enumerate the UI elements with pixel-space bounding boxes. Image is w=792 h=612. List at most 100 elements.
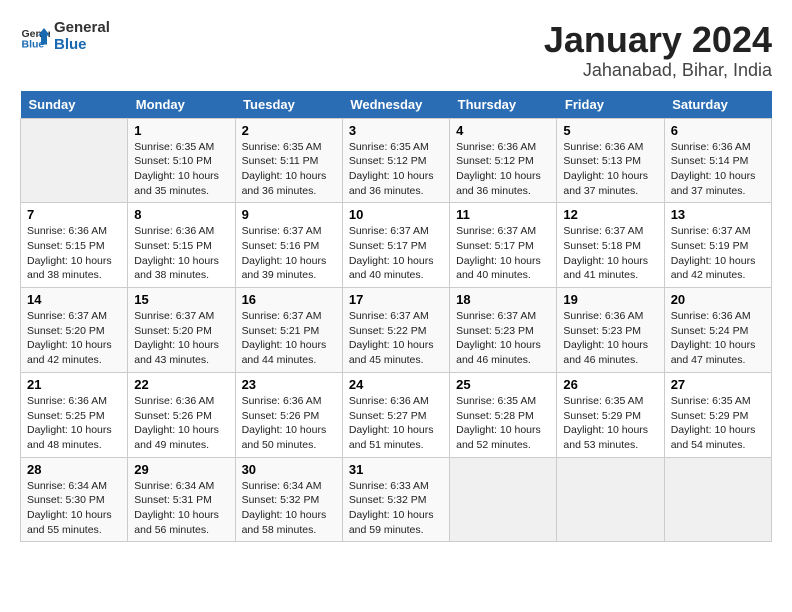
calendar-week-2: 7Sunrise: 6:36 AM Sunset: 5:15 PM Daylig…: [21, 203, 772, 288]
calendar-cell: 19Sunrise: 6:36 AM Sunset: 5:23 PM Dayli…: [557, 288, 664, 373]
day-number: 21: [27, 377, 121, 392]
day-info: Sunrise: 6:33 AM Sunset: 5:32 PM Dayligh…: [349, 479, 443, 538]
day-number: 19: [563, 292, 657, 307]
calendar-cell: 26 Sunrise: 6:35 AM Sunset: 5:29 PM Dayli…: [557, 372, 664, 457]
day-info: Sunrise: 6:35 AM Sunset: 5:10 PM Dayligh…: [134, 140, 228, 199]
day-number: 10: [349, 207, 443, 222]
column-header-thursday: Thursday: [450, 91, 557, 119]
page-subtitle: Jahanabad, Bihar, India: [544, 60, 772, 81]
page-header: General Blue General Blue January 2024 J…: [20, 20, 772, 81]
calendar-cell: 13Sunrise: 6:37 AM Sunset: 5:19 PM Dayli…: [664, 203, 771, 288]
logo-icon: General Blue: [20, 22, 50, 52]
day-number: 25: [456, 377, 550, 392]
day-info: Sunrise: 6:36 AM Sunset: 5:25 PM Dayligh…: [27, 394, 121, 453]
calendar-cell: 3 Sunrise: 6:35 AM Sunset: 5:12 PM Daylig…: [342, 118, 449, 203]
day-info: Sunrise: 6:37 AM Sunset: 5:20 PM Dayligh…: [27, 309, 121, 368]
calendar-week-3: 14 Sunrise: 6:37 AM Sunset: 5:20 PM Dayli…: [21, 288, 772, 373]
calendar-cell: 7Sunrise: 6:36 AM Sunset: 5:15 PM Daylig…: [21, 203, 128, 288]
calendar-week-4: 21 Sunrise: 6:36 AM Sunset: 5:25 PM Dayli…: [21, 372, 772, 457]
day-number: 9: [242, 207, 336, 222]
day-info: Sunrise: 6:37 AM Sunset: 5:21 PM Dayligh…: [242, 309, 336, 368]
calendar-cell: 4 Sunrise: 6:36 AM Sunset: 5:12 PM Daylig…: [450, 118, 557, 203]
title-block: January 2024 Jahanabad, Bihar, India: [544, 20, 772, 81]
calendar-cell: [21, 118, 128, 203]
calendar-cell: 2 Sunrise: 6:35 AM Sunset: 5:11 PM Daylig…: [235, 118, 342, 203]
day-number: 12: [563, 207, 657, 222]
day-info: Sunrise: 6:36 AM Sunset: 5:26 PM Dayligh…: [242, 394, 336, 453]
day-info: Sunrise: 6:37 AM Sunset: 5:17 PM Dayligh…: [456, 224, 550, 283]
calendar-cell: 29 Sunrise: 6:34 AM Sunset: 5:31 PM Dayli…: [128, 457, 235, 542]
calendar-header: SundayMondayTuesdayWednesdayThursdayFrid…: [21, 91, 772, 119]
calendar-cell: 31 Sunrise: 6:33 AM Sunset: 5:32 PM Dayli…: [342, 457, 449, 542]
calendar-cell: 30 Sunrise: 6:34 AM Sunset: 5:32 PM Dayli…: [235, 457, 342, 542]
column-header-monday: Monday: [128, 91, 235, 119]
day-number: 1: [134, 123, 228, 138]
day-info: Sunrise: 6:35 AM Sunset: 5:29 PM Dayligh…: [563, 394, 657, 453]
day-info: Sunrise: 6:35 AM Sunset: 5:29 PM Dayligh…: [671, 394, 765, 453]
day-number: 28: [27, 462, 121, 477]
calendar-cell: 23 Sunrise: 6:36 AM Sunset: 5:26 PM Dayli…: [235, 372, 342, 457]
page-title: January 2024: [544, 20, 772, 60]
day-number: 13: [671, 207, 765, 222]
day-info: Sunrise: 6:35 AM Sunset: 5:12 PM Dayligh…: [349, 140, 443, 199]
calendar-table: SundayMondayTuesdayWednesdayThursdayFrid…: [20, 91, 772, 543]
column-header-tuesday: Tuesday: [235, 91, 342, 119]
day-number: 31: [349, 462, 443, 477]
day-number: 22: [134, 377, 228, 392]
day-info: Sunrise: 6:34 AM Sunset: 5:31 PM Dayligh…: [134, 479, 228, 538]
day-number: 6: [671, 123, 765, 138]
day-number: 30: [242, 462, 336, 477]
column-header-sunday: Sunday: [21, 91, 128, 119]
day-number: 17: [349, 292, 443, 307]
day-number: 26: [563, 377, 657, 392]
calendar-cell: [450, 457, 557, 542]
calendar-cell: 28 Sunrise: 6:34 AM Sunset: 5:30 PM Dayli…: [21, 457, 128, 542]
logo-text-blue: Blue: [54, 36, 87, 53]
day-number: 3: [349, 123, 443, 138]
day-info: Sunrise: 6:36 AM Sunset: 5:12 PM Dayligh…: [456, 140, 550, 199]
day-number: 18: [456, 292, 550, 307]
calendar-cell: 17 Sunrise: 6:37 AM Sunset: 5:22 PM Dayli…: [342, 288, 449, 373]
calendar-cell: 1 Sunrise: 6:35 AM Sunset: 5:10 PM Daylig…: [128, 118, 235, 203]
day-info: Sunrise: 6:37 AM Sunset: 5:20 PM Dayligh…: [134, 309, 228, 368]
calendar-cell: 8 Sunrise: 6:36 AM Sunset: 5:15 PM Daylig…: [128, 203, 235, 288]
day-info: Sunrise: 6:35 AM Sunset: 5:11 PM Dayligh…: [242, 140, 336, 199]
calendar-week-5: 28 Sunrise: 6:34 AM Sunset: 5:30 PM Dayli…: [21, 457, 772, 542]
day-info: Sunrise: 6:36 AM Sunset: 5:24 PM Dayligh…: [671, 309, 765, 368]
day-info: Sunrise: 6:35 AM Sunset: 5:28 PM Dayligh…: [456, 394, 550, 453]
day-info: Sunrise: 6:36 AM Sunset: 5:14 PM Dayligh…: [671, 140, 765, 199]
day-number: 23: [242, 377, 336, 392]
day-number: 5: [563, 123, 657, 138]
calendar-cell: 6 Sunrise: 6:36 AM Sunset: 5:14 PM Daylig…: [664, 118, 771, 203]
calendar-cell: [664, 457, 771, 542]
day-info: Sunrise: 6:36 AM Sunset: 5:26 PM Dayligh…: [134, 394, 228, 453]
calendar-cell: 25 Sunrise: 6:35 AM Sunset: 5:28 PM Dayli…: [450, 372, 557, 457]
calendar-cell: 10 Sunrise: 6:37 AM Sunset: 5:17 PM Dayli…: [342, 203, 449, 288]
day-number: 27: [671, 377, 765, 392]
day-number: 8: [134, 207, 228, 222]
day-info: Sunrise: 6:36 AM Sunset: 5:15 PM Dayligh…: [27, 224, 121, 283]
calendar-week-1: 1 Sunrise: 6:35 AM Sunset: 5:10 PM Daylig…: [21, 118, 772, 203]
day-info: Sunrise: 6:37 AM Sunset: 5:22 PM Dayligh…: [349, 309, 443, 368]
day-info: Sunrise: 6:36 AM Sunset: 5:15 PM Dayligh…: [134, 224, 228, 283]
calendar-cell: 12Sunrise: 6:37 AM Sunset: 5:18 PM Dayli…: [557, 203, 664, 288]
day-number: 15: [134, 292, 228, 307]
day-number: 29: [134, 462, 228, 477]
day-number: 16: [242, 292, 336, 307]
calendar-cell: 9Sunrise: 6:37 AM Sunset: 5:16 PM Daylig…: [235, 203, 342, 288]
day-info: Sunrise: 6:34 AM Sunset: 5:30 PM Dayligh…: [27, 479, 121, 538]
calendar-cell: 22 Sunrise: 6:36 AM Sunset: 5:26 PM Dayli…: [128, 372, 235, 457]
day-number: 2: [242, 123, 336, 138]
day-info: Sunrise: 6:34 AM Sunset: 5:32 PM Dayligh…: [242, 479, 336, 538]
day-info: Sunrise: 6:36 AM Sunset: 5:13 PM Dayligh…: [563, 140, 657, 199]
day-number: 14: [27, 292, 121, 307]
column-header-wednesday: Wednesday: [342, 91, 449, 119]
day-number: 11: [456, 207, 550, 222]
calendar-cell: [557, 457, 664, 542]
calendar-cell: 20Sunrise: 6:36 AM Sunset: 5:24 PM Dayli…: [664, 288, 771, 373]
day-info: Sunrise: 6:37 AM Sunset: 5:17 PM Dayligh…: [349, 224, 443, 283]
day-number: 4: [456, 123, 550, 138]
calendar-cell: 14 Sunrise: 6:37 AM Sunset: 5:20 PM Dayli…: [21, 288, 128, 373]
calendar-cell: 18Sunrise: 6:37 AM Sunset: 5:23 PM Dayli…: [450, 288, 557, 373]
logo: General Blue General Blue: [20, 20, 110, 53]
